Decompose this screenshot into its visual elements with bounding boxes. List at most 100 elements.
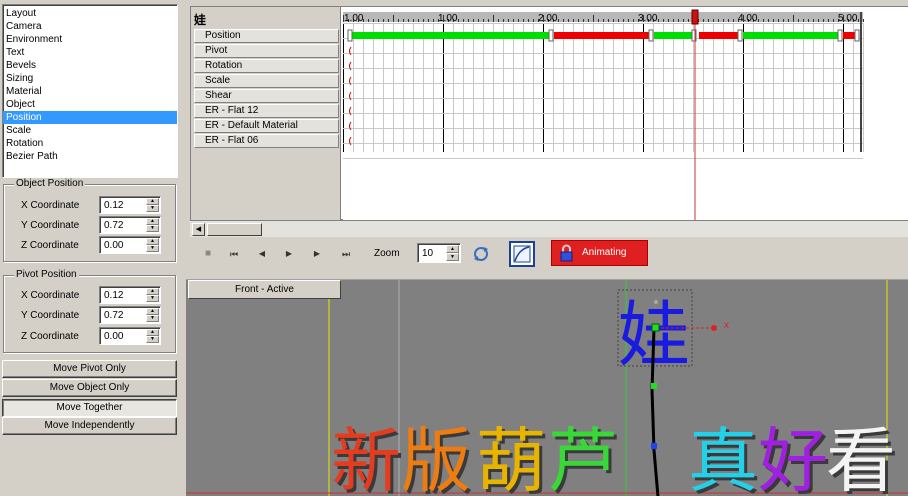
last-frame-icon[interactable]: ⏭ <box>336 246 356 262</box>
pivot-x-input[interactable]: 0.12 ▲ ▼ <box>99 286 161 304</box>
text-char[interactable]: 版 <box>401 420 471 496</box>
position-segment[interactable] <box>699 32 738 39</box>
spin-up-icon[interactable]: ▲ <box>146 218 159 225</box>
keyframe[interactable] <box>737 29 743 42</box>
object-y-row: Y Coordinate 0.72 ▲ ▼ <box>4 216 174 234</box>
category-item-material[interactable]: Material <box>3 85 177 98</box>
spin-down-icon[interactable]: ▼ <box>446 253 459 261</box>
category-item-environment[interactable]: Environment <box>3 33 177 46</box>
curve-editor-icon[interactable] <box>509 241 535 267</box>
track-pivot[interactable]: Pivot <box>194 44 339 58</box>
object-position-group: Object Position X Coordinate 0.12 ▲ ▼ Y Co… <box>3 178 176 262</box>
keyframe[interactable] <box>347 29 353 42</box>
spin-up-icon[interactable]: ▲ <box>146 238 159 245</box>
object-z-label: Z Coordinate <box>21 240 79 251</box>
first-frame-icon[interactable]: ⏮ <box>224 246 244 262</box>
category-item-text[interactable]: Text <box>3 46 177 59</box>
zoom-input[interactable]: 10 ▲ ▼ <box>417 243 461 263</box>
track-rotation[interactable]: Rotation <box>194 59 339 73</box>
spin-down-icon[interactable]: ▼ <box>146 225 159 232</box>
spin-up-icon[interactable]: ▲ <box>446 245 459 253</box>
keyframe[interactable] <box>548 29 554 42</box>
pivot-handle[interactable] <box>651 323 660 332</box>
spin-down-icon[interactable]: ▼ <box>146 245 159 252</box>
track-shear[interactable]: Shear <box>194 89 339 103</box>
category-item-scale[interactable]: Scale <box>3 124 177 137</box>
pivot-y-label: Y Coordinate <box>21 310 80 321</box>
spin-up-icon[interactable]: ▲ <box>146 308 159 315</box>
animating-button[interactable]: Animating <box>551 240 648 266</box>
track-position[interactable]: Position <box>194 29 339 43</box>
object-z-input[interactable]: 0.00 ▲ ▼ <box>99 236 161 254</box>
previous-frame-icon[interactable]: ◀ <box>252 246 272 262</box>
timeline-grid[interactable]: 1.00 1.00 2.00 3.00 4.00 5.00 <box>343 7 908 221</box>
keyframe[interactable] <box>854 29 860 42</box>
ruler-label: 5.00 <box>838 13 858 24</box>
spin-down-icon[interactable]: ▼ <box>146 315 159 322</box>
text-char[interactable]: 好 <box>758 420 828 496</box>
move-together-button[interactable]: Move Together <box>2 399 177 417</box>
playback-toolbar: ■ ⏮ ◀ ▶ ▶ ⏭ Zoom 10 ▲ ▼ Animating <box>190 238 908 270</box>
category-item-object[interactable]: Object <box>3 98 177 111</box>
text-char[interactable]: 芦 <box>548 420 618 496</box>
text-char[interactable]: 看 <box>826 420 896 496</box>
spin-up-icon[interactable]: ▲ <box>146 288 159 295</box>
move-pivot-only-button[interactable]: Move Pivot Only <box>2 360 177 378</box>
position-segment[interactable] <box>743 32 838 39</box>
pivot-z-input[interactable]: 0.00 ▲ ▼ <box>99 327 161 345</box>
pivot-y-row: Y Coordinate 0.72 ▲ ▼ <box>4 306 174 324</box>
object-position-title: Object Position <box>14 178 86 189</box>
path-node[interactable] <box>654 300 658 304</box>
category-list[interactable]: Layout Camera Environment Text Bevels Si… <box>2 4 178 178</box>
3d-viewport[interactable]: 新新版版葫葫芦芦真真好好看看 娃 x Front - Active <box>186 279 908 496</box>
text-char[interactable]: 新 <box>331 420 401 496</box>
spin-down-icon[interactable]: ▼ <box>146 295 159 302</box>
scroll-thumb[interactable] <box>207 223 262 236</box>
text-char[interactable]: 葫 <box>476 420 546 496</box>
move-object-only-button[interactable]: Move Object Only <box>2 379 177 397</box>
timeline-panel: 娃 Position Pivot Rotation Scale Shear ER… <box>190 6 908 221</box>
category-item-bezier-path[interactable]: Bezier Path <box>3 150 177 163</box>
category-item-rotation[interactable]: Rotation <box>3 137 177 150</box>
object-x-input[interactable]: 0.12 ▲ ▼ <box>99 196 161 214</box>
view-label[interactable]: Front - Active <box>188 280 341 299</box>
spin-down-icon[interactable]: ▼ <box>146 205 159 212</box>
track-er-flat-06[interactable]: ER - Flat 06 <box>194 134 339 148</box>
pivot-position-group: Pivot Position X Coordinate 0.12 ▲ ▼ Y Coo… <box>3 269 176 353</box>
path-node[interactable] <box>651 443 657 449</box>
scroll-left-icon[interactable]: ◀ <box>192 223 205 236</box>
category-item-layout[interactable]: Layout <box>3 7 177 20</box>
viewport-canvas[interactable]: 新新 版版 葫葫 芦芦 真真 好好 看看 娃 x <box>186 280 908 496</box>
position-segment[interactable] <box>352 32 549 39</box>
position-segment[interactable] <box>654 32 692 39</box>
refresh-icon[interactable] <box>470 244 492 264</box>
spin-up-icon[interactable]: ▲ <box>146 198 159 205</box>
lock-icon <box>560 244 573 262</box>
track-er-default-material[interactable]: ER - Default Material <box>194 119 339 133</box>
play-icon[interactable]: ▶ <box>279 246 299 262</box>
track-scale[interactable]: Scale <box>194 74 339 88</box>
category-item-sizing[interactable]: Sizing <box>3 72 177 85</box>
track-labels: 娃 Position Pivot Rotation Scale Shear ER… <box>191 7 341 221</box>
keyframe[interactable] <box>648 29 654 42</box>
text-char[interactable]: 真 <box>688 420 758 496</box>
position-segment[interactable] <box>843 32 855 39</box>
category-item-bevels[interactable]: Bevels <box>3 59 177 72</box>
timeline-scrollbar[interactable]: ◀ <box>190 220 908 237</box>
category-item-camera[interactable]: Camera <box>3 20 177 33</box>
x-axis-handle[interactable] <box>711 325 717 331</box>
timeline-graph[interactable]: 1.00 1.00 2.00 3.00 4.00 5.00 <box>343 7 908 221</box>
path-node[interactable] <box>651 383 657 389</box>
spin-up-icon[interactable]: ▲ <box>146 329 159 336</box>
object-y-input[interactable]: 0.72 ▲ ▼ <box>99 216 161 234</box>
next-frame-icon[interactable]: ▶ <box>307 246 327 262</box>
pivot-y-input[interactable]: 0.72 ▲ ▼ <box>99 306 161 324</box>
category-item-position[interactable]: Position <box>3 111 177 124</box>
track-er-flat-12[interactable]: ER - Flat 12 <box>194 104 339 118</box>
spin-down-icon[interactable]: ▼ <box>146 336 159 343</box>
stop-icon[interactable]: ■ <box>198 246 218 262</box>
time-cursor-handle[interactable] <box>691 9 699 25</box>
keyframe[interactable] <box>837 29 843 42</box>
position-segment[interactable] <box>554 32 649 39</box>
move-independently-button[interactable]: Move Independently <box>2 417 177 435</box>
